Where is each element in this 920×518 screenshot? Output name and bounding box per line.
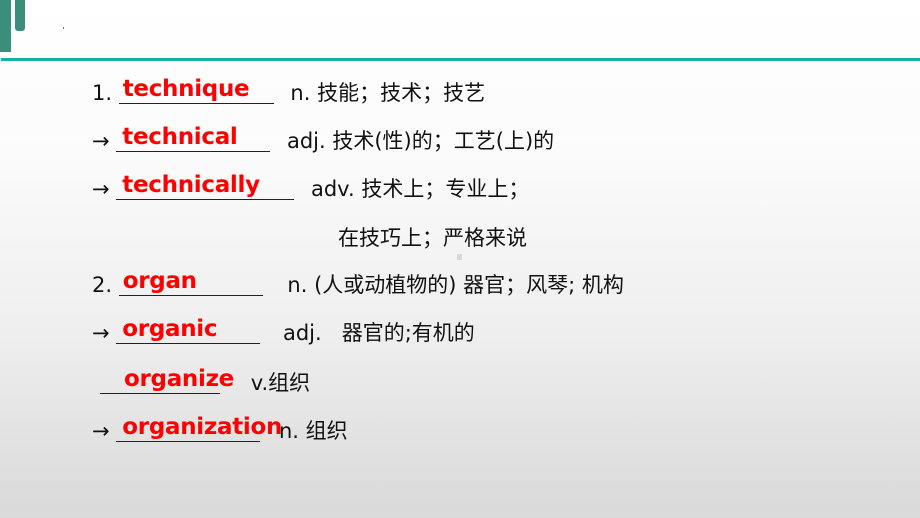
header-divider-line xyxy=(1,58,920,61)
fill-blank: organize xyxy=(100,366,234,400)
definition-text: v.组织 xyxy=(250,371,311,395)
fill-blank: technique xyxy=(118,76,274,110)
definition-text: adj. 器官的;有机的 xyxy=(282,321,475,345)
answer-text: technique xyxy=(122,76,250,102)
definition-text: 在技巧上；严格来说 xyxy=(338,226,527,250)
fill-blank: organization xyxy=(116,414,282,448)
decorative-bar-tab xyxy=(15,0,25,31)
decorative-bar-left xyxy=(0,0,11,52)
arrow-icon: → xyxy=(92,177,110,201)
fill-blank: organic xyxy=(116,316,261,350)
answer-text: organize xyxy=(124,366,234,392)
fill-blank: technical xyxy=(116,124,271,158)
vocab-entry-technical: → technical adj. 技术(性)的；工艺(上)的 xyxy=(92,124,554,158)
fill-blank: organ xyxy=(118,268,263,302)
answer-text: organ xyxy=(122,268,197,294)
answer-text: organization xyxy=(122,414,283,440)
arrow-icon: → xyxy=(92,419,110,443)
definition-text: n. 技能；技术；技艺 xyxy=(290,81,486,105)
entry-number: 2. xyxy=(92,273,113,297)
answer-text: organic xyxy=(122,316,218,342)
answer-text: technically xyxy=(122,172,260,198)
definition-text: n. (人或动植物的) 器官；风琴; 机构 xyxy=(287,273,624,297)
definition-text: n. 组织 xyxy=(278,419,348,443)
decorative-dot xyxy=(63,27,64,29)
arrow-icon: → xyxy=(92,321,110,345)
vocab-entry-organization: → organization n. 组织 xyxy=(92,414,348,448)
vocab-entry-organize: organize v.组织 xyxy=(100,366,310,400)
vocab-entry-organic: → organic adj. 器官的;有机的 xyxy=(92,316,475,350)
definition-text: adj. 技术(性)的；工艺(上)的 xyxy=(286,129,555,153)
definition-text: adv. 技术上；专业上； xyxy=(310,177,530,201)
vocab-entry-technically: → technically adv. 技术上；专业上； xyxy=(92,172,529,206)
vocab-entry-technically-continued: 在技巧上；严格来说 xyxy=(338,221,527,255)
vocab-entry-organ: 2. organ n. (人或动植物的) 器官；风琴; 机构 xyxy=(92,268,624,302)
entry-number: 1. xyxy=(92,81,113,105)
vocab-entry-technique: 1. technique n. 技能；技术；技艺 xyxy=(92,76,485,110)
answer-text: technical xyxy=(122,124,238,150)
arrow-icon: → xyxy=(92,129,110,153)
fill-blank: technically xyxy=(116,172,295,206)
